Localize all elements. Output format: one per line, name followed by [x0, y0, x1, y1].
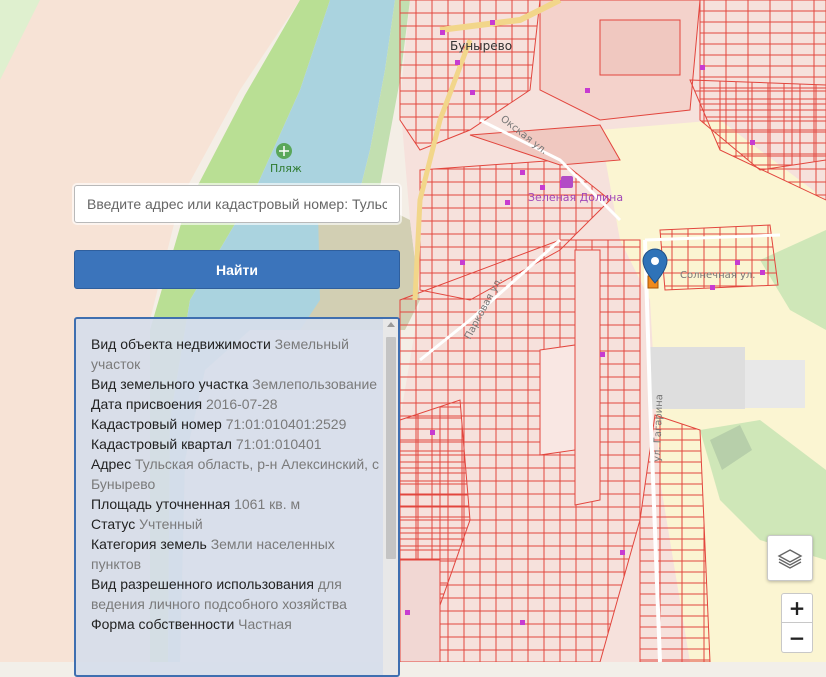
- parcel-info-panel: Вид объекта недвижимости Земельный участ…: [74, 317, 400, 677]
- info-row-status: Статус Учтенный: [91, 516, 203, 532]
- info-row-ownership: Форма собственности Частная: [91, 616, 292, 632]
- zoom-in-button[interactable]: +: [781, 593, 813, 623]
- info-row-object-type: Вид объекта недвижимости Земельный участ…: [91, 336, 349, 372]
- layers-button[interactable]: [767, 535, 813, 581]
- search-input[interactable]: [74, 185, 400, 223]
- info-row-area: Площадь уточненная 1061 кв. м: [91, 496, 301, 512]
- info-row-cadastral-quarter: Кадастровый квартал 71:01:010401: [91, 436, 322, 452]
- beach-icon: [276, 143, 292, 159]
- info-row-cadastral-number: Кадастровый номер 71:01:010401:2529: [91, 416, 347, 432]
- info-scrollbar[interactable]: [383, 319, 398, 675]
- layers-icon: [777, 549, 803, 569]
- info-row-date: Дата присвоения 2016-07-28: [91, 396, 278, 412]
- find-button[interactable]: Найти: [74, 250, 400, 289]
- district-label: Зеленая Долина: [528, 191, 623, 204]
- zoom-out-button[interactable]: −: [781, 623, 813, 653]
- scroll-up-arrow-icon[interactable]: [387, 322, 395, 327]
- info-row-address: Адрес Тульская область, р-н Алексинский,…: [91, 456, 379, 492]
- scroll-thumb[interactable]: [386, 337, 396, 559]
- parcel-info-list: Вид объекта недвижимости Земельный участ…: [91, 334, 381, 634]
- beach-label: Пляж: [270, 162, 302, 175]
- info-row-parcel-type: Вид земельного участка Землепользование: [91, 376, 378, 392]
- info-row-land-category: Категория земель Земли населенных пункто…: [91, 536, 335, 572]
- village-label: Бунырево: [450, 39, 512, 53]
- street-label-solnechnaya: Солнечная ул.: [680, 270, 755, 281]
- info-row-permitted-use: Вид разрешенного использования для веден…: [91, 576, 347, 612]
- district-poi-icon: [561, 176, 573, 188]
